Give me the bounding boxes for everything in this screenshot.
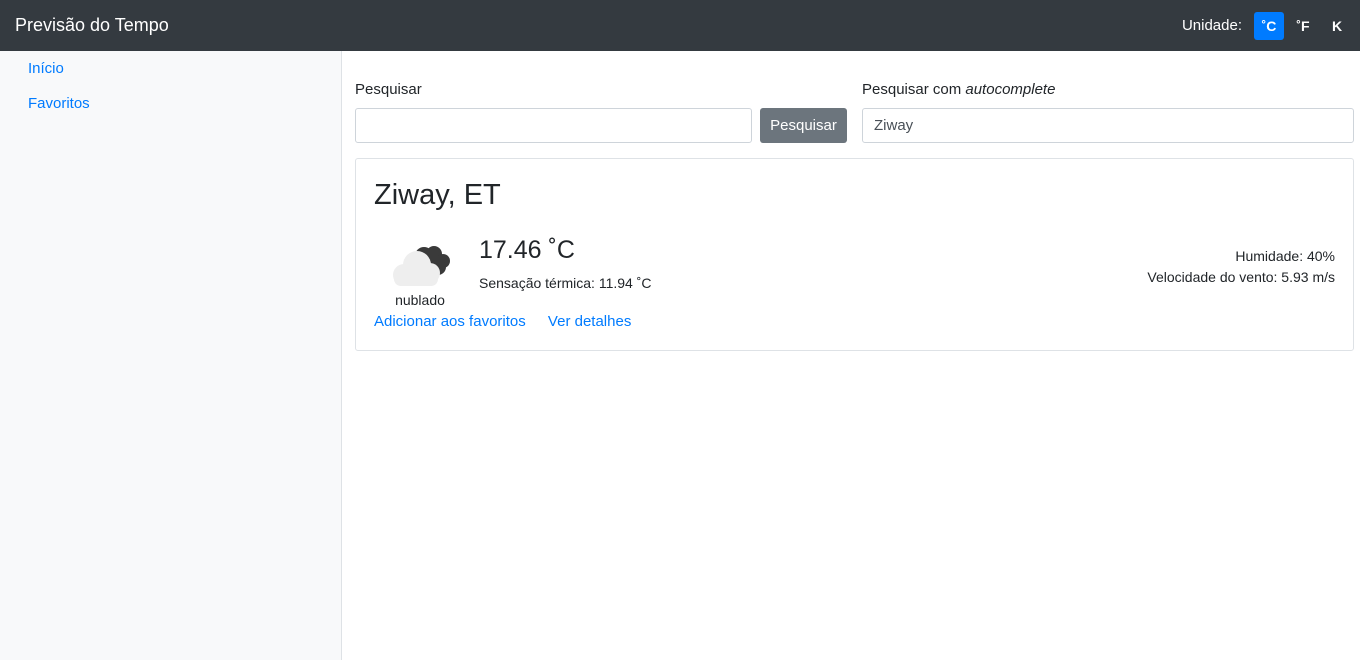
cloudy-icon (393, 246, 450, 286)
weather-stats: Humidade: 40% Velocidade do vento: 5.93 … (1147, 246, 1335, 288)
app-title[interactable]: Previsão do Tempo (15, 15, 169, 36)
search-label: Pesquisar (355, 81, 422, 98)
unit-celsius-button[interactable]: ˚C (1254, 11, 1284, 40)
temperature: 17.46 ˚C (479, 236, 575, 264)
sidebar: Início Favoritos (0, 51, 342, 660)
city-name: Ziway, ET (374, 179, 501, 211)
autocomplete-group: Pesquisar com autocomplete (862, 81, 1354, 143)
feels-like: Sensação térmica: 11.94 ˚C (479, 275, 652, 291)
weather-condition: nublado (395, 292, 445, 308)
card-actions: Adicionar aos favoritos Ver detalhes (374, 313, 649, 330)
unit-label: Unidade: (1181, 17, 1242, 34)
search-row: Pesquisar Pesquisar Pesquisar com autoco… (355, 81, 1354, 143)
search-button[interactable]: Pesquisar (760, 108, 847, 143)
view-details-link[interactable]: Ver detalhes (548, 313, 631, 330)
autocomplete-label: Pesquisar com autocomplete (862, 81, 1056, 98)
unit-selector: Unidade: ˚C ˚F K (1181, 11, 1352, 40)
autocomplete-label-emphasis: autocomplete (965, 81, 1056, 98)
unit-fahrenheit-button[interactable]: ˚F (1288, 12, 1318, 40)
humidity: Humidade: 40% (1235, 248, 1335, 264)
add-favorite-link[interactable]: Adicionar aos favoritos (374, 313, 526, 330)
sidebar-item-inicio[interactable]: Início (0, 59, 341, 94)
main-content: Pesquisar Pesquisar Pesquisar com autoco… (355, 51, 1354, 351)
search-group: Pesquisar Pesquisar (355, 81, 847, 143)
unit-kelvin-button[interactable]: K (1322, 12, 1352, 40)
wind-speed: Velocidade do vento: 5.93 m/s (1147, 269, 1335, 285)
autocomplete-input[interactable] (862, 108, 1354, 143)
sidebar-item-favoritos[interactable]: Favoritos (0, 94, 341, 129)
search-input[interactable] (355, 108, 752, 143)
weather-card: Ziway, ET nublado 17.46 ˚C Sensação térm… (355, 158, 1354, 351)
top-navbar: Previsão do Tempo Unidade: ˚C ˚F K (0, 0, 1360, 51)
